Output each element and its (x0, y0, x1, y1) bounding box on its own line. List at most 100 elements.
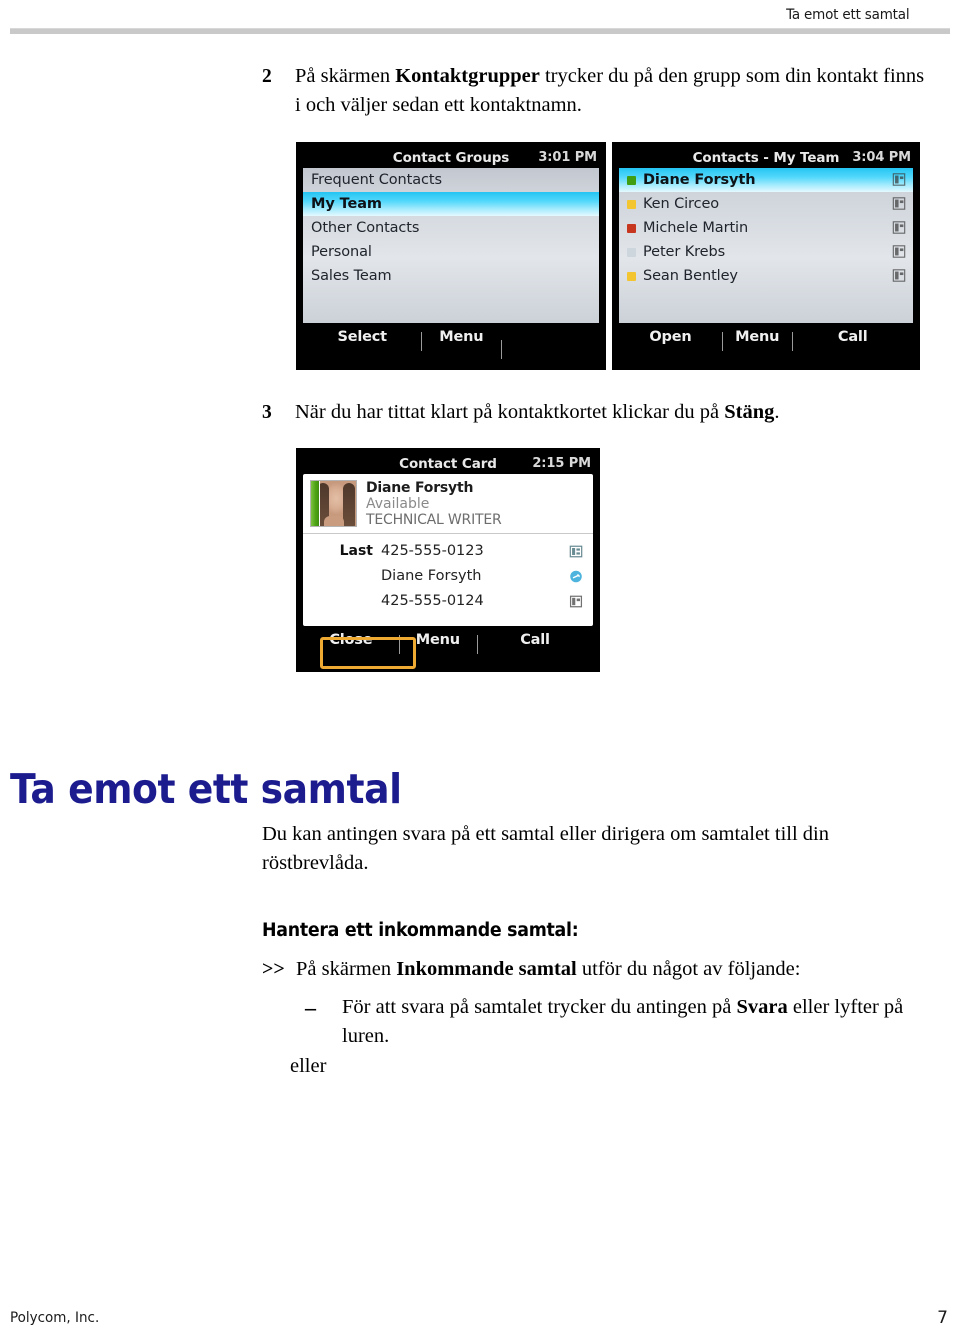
group-label: Sales Team (311, 268, 392, 284)
phone-screenshot-contact-card: Contact Card 2:15 PM Diane Forsyth Avail… (296, 448, 600, 672)
step-2: 2 På skärmen Kontaktgrupper trycker du p… (262, 62, 934, 120)
presence-indicator-icon (627, 175, 636, 185)
work-phone-icon (569, 545, 583, 558)
list-item[interactable]: Ken Circeo (619, 192, 913, 216)
list-item[interactable]: Sean Bentley (619, 264, 913, 288)
step-2-bold-term: Kontaktgrupper (395, 65, 540, 87)
softkey-call[interactable]: Call (792, 329, 913, 351)
contact-card-title: Contact Card (399, 456, 497, 472)
contact-name: Michele Martin (643, 220, 749, 236)
contact-name: Peter Krebs (643, 244, 726, 260)
footer-page-number: 7 (937, 1308, 948, 1328)
contacts-myteam-title: Contacts - My Team (692, 150, 840, 166)
phone-screenshot-contact-groups: Contact Groups 3:01 PM Frequent Contacts… (296, 142, 606, 370)
avatar-neck (324, 516, 344, 526)
contact-card-job-title: TECHNICAL WRITER (366, 512, 502, 528)
contacts-myteam-titlebar: Contacts - My Team 3:04 PM (619, 148, 913, 168)
bullet-chevron-marker: >> (262, 958, 285, 980)
presence-indicator-icon (627, 199, 636, 209)
contacts-myteam-softkeys: Open Menu Call (619, 323, 913, 351)
softkey-call[interactable]: Call (476, 632, 593, 654)
contact-card-softkeys: Close Menu Call (303, 626, 593, 654)
step-3-text: När du har tittat klart på kontaktkortet… (295, 398, 779, 427)
contact-card-name: Diane Forsyth (366, 480, 474, 496)
contact-card-row[interactable]: Last 425-555-0123 (303, 539, 593, 564)
contact-groups-softkeys: Select Menu (303, 323, 599, 359)
contact-card-detail-rows: Last 425-555-0123 Diane Forsyth 425-555-0… (303, 534, 593, 614)
avatar (310, 480, 357, 527)
step-3-text-before: När du har tittat klart på kontaktkortet… (295, 401, 725, 423)
section-heading: Ta emot ett samtal (10, 765, 402, 813)
running-header-title: Ta emot ett samtal (786, 7, 910, 23)
contact-card-row-value: Diane Forsyth (381, 568, 482, 584)
list-item[interactable]: Michele Martin (619, 216, 913, 240)
step-2-text: På skärmen Kontaktgrupper trycker du på … (295, 62, 934, 120)
contact-card-clock: 2:15 PM (532, 456, 591, 471)
bullet-dash-text-before: För att svara på samtalet trycker du ant… (342, 996, 737, 1018)
im-presence-icon (570, 570, 582, 583)
softkey-open[interactable]: Open (619, 329, 722, 345)
list-item[interactable]: Diane Forsyth (619, 168, 913, 192)
footer-company: Polycom, Inc. (10, 1310, 100, 1326)
contact-card-row[interactable]: Diane Forsyth (303, 564, 593, 589)
presence-indicator-icon (627, 271, 636, 281)
contact-card-row-value: 425-555-0123 (381, 543, 484, 559)
intro-paragraph: Du kan antingen svara på ett samtal elle… (262, 823, 829, 874)
contact-card-row-value: 425-555-0124 (381, 593, 484, 609)
group-label: My Team (311, 196, 382, 212)
contact-card-row-label: Last (339, 543, 373, 559)
contact-card-icon (892, 269, 906, 282)
bullet-chevron-text-before: På skärmen (296, 958, 397, 980)
contacts-myteam-list: Diane Forsyth Ken Circeo Michele Martin … (619, 168, 913, 323)
contact-card-icon (892, 221, 906, 234)
step-3: 3 När du har tittat klart på kontaktkort… (262, 398, 934, 427)
contact-card-icon (892, 245, 906, 258)
bullet-chevron-bold-term: Inkommande samtal (396, 958, 577, 980)
list-item[interactable]: Other Contacts (303, 216, 599, 240)
bullet-dash-marker: – (305, 995, 316, 1020)
eller-text: eller (290, 1055, 327, 1077)
step-3-number: 3 (262, 402, 272, 423)
list-item[interactable]: Peter Krebs (619, 240, 913, 264)
group-label: Frequent Contacts (311, 172, 442, 188)
contact-name: Ken Circeo (643, 196, 720, 212)
list-item[interactable]: My Team (303, 192, 599, 216)
group-label: Personal (311, 244, 372, 260)
contact-card-row[interactable]: 425-555-0124 (303, 589, 593, 614)
header-divider-rule (10, 28, 950, 34)
step-2-number: 2 (262, 66, 272, 87)
group-label: Other Contacts (311, 220, 420, 236)
softkey-select[interactable]: Select (303, 329, 421, 345)
contact-groups-list: Frequent Contacts My Team Other Contacts… (303, 168, 599, 323)
softkey-menu[interactable]: Menu (398, 632, 477, 654)
bullet-dash: – För att svara på samtalet trycker du a… (305, 993, 925, 1051)
contact-card-body: Diane Forsyth Available TECHNICAL WRITER… (303, 474, 593, 626)
mobile-phone-icon (569, 595, 583, 608)
step-3-bold-term: Stäng (724, 401, 775, 423)
contact-groups-title: Contact Groups (392, 150, 510, 166)
presence-indicator-icon (627, 223, 636, 233)
contact-card-identity: Diane Forsyth Available TECHNICAL WRITER (303, 474, 593, 534)
softkey-menu[interactable]: Menu (421, 329, 501, 351)
contact-card-icon (892, 173, 906, 186)
softkey-close[interactable]: Close (303, 632, 399, 648)
presence-bar-icon (311, 481, 320, 526)
contact-groups-titlebar: Contact Groups 3:01 PM (303, 148, 599, 168)
presence-indicator-icon (627, 247, 636, 257)
step-3-text-after: . (774, 401, 780, 423)
list-item[interactable]: Sales Team (303, 264, 599, 288)
contact-name: Diane Forsyth (643, 172, 756, 188)
list-item[interactable]: Personal (303, 240, 599, 264)
softkey-menu[interactable]: Menu (721, 329, 793, 351)
contact-card-titlebar: Contact Card 2:15 PM (303, 454, 593, 474)
bullet-chevron-text: På skärmen Inkommande samtal utför du nå… (296, 955, 800, 984)
bullet-dash-text: För att svara på samtalet trycker du ant… (342, 993, 925, 1051)
phone-screenshot-contacts-my-team: Contacts - My Team 3:04 PM Diane Forsyth… (612, 142, 920, 370)
step-2-text-before: På skärmen (295, 65, 396, 87)
contact-groups-clock: 3:01 PM (538, 150, 597, 165)
contact-card-presence-text: Available (366, 496, 430, 512)
list-item[interactable]: Frequent Contacts (303, 168, 599, 192)
avatar-hair-right (343, 483, 355, 526)
sub-heading: Hantera ett inkommande samtal: (262, 920, 579, 941)
contact-card-icon (892, 197, 906, 210)
